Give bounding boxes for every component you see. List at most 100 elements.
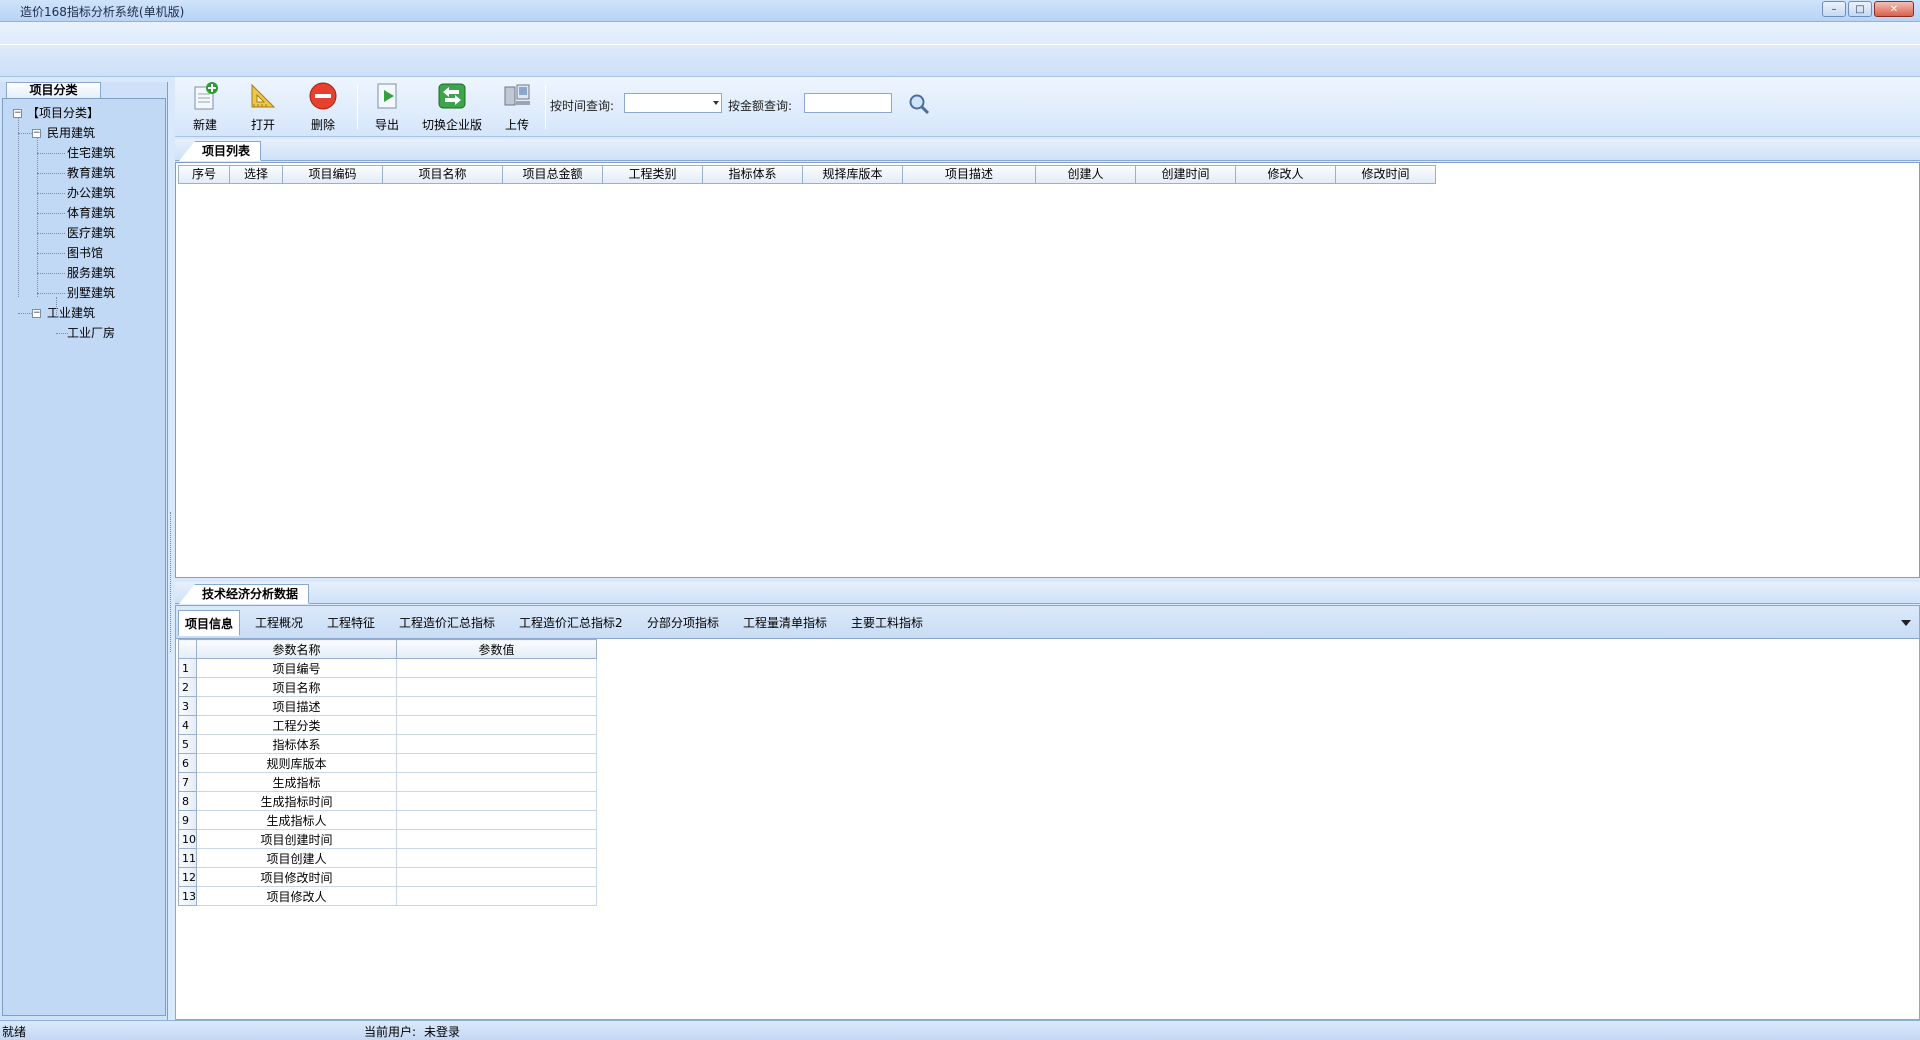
column-header[interactable]: 修改时间 [1336, 165, 1436, 184]
tab-cost-summary-2[interactable]: 工程造价汇总指标2 [513, 610, 629, 636]
param-value-header[interactable]: 参数值 [396, 639, 597, 659]
param-row[interactable]: 4 工程分类 [178, 715, 597, 735]
project-list-tab[interactable]: 项目列表 [179, 141, 262, 161]
export-label: 导出 [374, 118, 399, 132]
row-number: 6 [178, 753, 197, 773]
amount-query-input[interactable] [804, 93, 892, 113]
param-name: 项目编号 [196, 658, 397, 678]
tree-group-label: 工业建筑 [47, 306, 96, 320]
project-list-grid[interactable]: 序号 选择 项目编码 项目名称 项目总金额 工程类别 指标体系 规择库版本 项目… [175, 162, 1920, 578]
param-row[interactable]: 13 项目修改人 [178, 886, 597, 906]
param-row[interactable]: 11 项目创建人 [178, 848, 597, 868]
category-tab[interactable]: 项目分类 [6, 82, 101, 98]
param-row[interactable]: 12 项目修改时间 [178, 867, 597, 887]
analysis-section-tab[interactable]: 技术经济分析数据 [179, 584, 310, 604]
tree-root[interactable]: − 【项目分类】 [3, 103, 163, 123]
param-name: 规则库版本 [196, 753, 397, 773]
tree-item-service[interactable]: 服务建筑 [3, 263, 163, 283]
tree-item-label: 住宅建筑 [67, 146, 116, 160]
param-value[interactable] [396, 791, 597, 811]
tree-item-sports[interactable]: 体育建筑 [3, 203, 163, 223]
upload-button[interactable]: 上传 [497, 80, 537, 134]
export-icon [371, 80, 403, 112]
column-header[interactable]: 项目编码 [283, 165, 383, 184]
export-button[interactable]: 导出 [367, 80, 407, 134]
menu-strip [0, 22, 1920, 77]
column-header[interactable]: 项目描述 [903, 165, 1036, 184]
collapse-icon[interactable]: − [32, 309, 41, 318]
column-header[interactable]: 项目名称 [383, 165, 503, 184]
close-icon[interactable]: ✕ [1874, 1, 1914, 17]
param-value[interactable] [396, 810, 597, 830]
column-header[interactable]: 规择库版本 [803, 165, 903, 184]
tree-item-label: 医疗建筑 [67, 226, 116, 240]
param-row[interactable]: 6 规则库版本 [178, 753, 597, 773]
row-number: 11 [178, 848, 197, 868]
param-row[interactable]: 7 生成指标 [178, 772, 597, 792]
tree-group-industrial[interactable]: − 工业建筑 [3, 303, 163, 323]
tree-item-library[interactable]: 图书馆 [3, 243, 163, 263]
column-header[interactable]: 项目总金额 [503, 165, 603, 184]
delete-button[interactable]: 删除 [303, 80, 343, 134]
param-value[interactable] [396, 696, 597, 716]
param-name: 项目修改时间 [196, 867, 397, 887]
time-query-combo[interactable] [624, 93, 722, 113]
param-value[interactable] [396, 848, 597, 868]
tab-quantity-list[interactable]: 工程量清单指标 [737, 610, 833, 636]
param-row[interactable]: 8 生成指标时间 [178, 791, 597, 811]
column-header[interactable]: 选择 [230, 165, 283, 184]
param-row[interactable]: 2 项目名称 [178, 677, 597, 697]
tab-project-info[interactable]: 项目信息 [178, 610, 241, 636]
param-name: 项目描述 [196, 696, 397, 716]
minimize-icon[interactable]: – [1822, 1, 1846, 17]
param-value[interactable] [396, 867, 597, 887]
column-header[interactable]: 工程类别 [603, 165, 703, 184]
open-button[interactable]: 打开 [243, 80, 283, 134]
tab-subdivision[interactable]: 分部分项指标 [641, 610, 725, 636]
tabs-dropdown-icon[interactable] [1901, 620, 1911, 626]
panel-splitter[interactable] [168, 82, 175, 1020]
param-value[interactable] [396, 658, 597, 678]
param-value[interactable] [396, 772, 597, 792]
switch-enterprise-label: 切换企业版 [421, 118, 482, 132]
param-value[interactable] [396, 829, 597, 849]
tree-item-office[interactable]: 办公建筑 [3, 183, 163, 203]
param-value[interactable] [396, 677, 597, 697]
tab-overview[interactable]: 工程概况 [249, 610, 309, 636]
tab-main-materials[interactable]: 主要工料指标 [845, 610, 929, 636]
param-row[interactable]: 1 项目编号 [178, 658, 597, 678]
column-header[interactable]: 创建人 [1036, 165, 1136, 184]
param-value[interactable] [396, 734, 597, 754]
status-text: 就绪 [2, 1025, 27, 1039]
analysis-tabs: 项目信息 工程概况 工程特征 工程造价汇总指标 工程造价汇总指标2 分部分项指标… [175, 605, 1920, 639]
row-number: 4 [178, 715, 197, 735]
tree-item-medical[interactable]: 医疗建筑 [3, 223, 163, 243]
tree-group-civil[interactable]: − 民用建筑 [3, 123, 163, 143]
row-number: 12 [178, 867, 197, 887]
param-row[interactable]: 5 指标体系 [178, 734, 597, 754]
param-row[interactable]: 10 项目创建时间 [178, 829, 597, 849]
row-number: 8 [178, 791, 197, 811]
tab-cost-summary[interactable]: 工程造价汇总指标 [393, 610, 501, 636]
category-panel: − 【项目分类】 − 民用建筑 住宅建筑 教育建筑 办公建筑 体育建筑 医疗建筑… [0, 82, 168, 1020]
param-row[interactable]: 9 生成指标人 [178, 810, 597, 830]
time-query-label: 按时间查询: [550, 99, 615, 113]
new-button[interactable]: 新建 [185, 80, 225, 134]
param-value[interactable] [396, 753, 597, 773]
param-value[interactable] [396, 715, 597, 735]
tree-item-factory[interactable]: 工业厂房 [3, 323, 163, 343]
param-name-header[interactable]: 参数名称 [196, 639, 397, 659]
column-header[interactable]: 序号 [178, 165, 230, 184]
tree-item-education[interactable]: 教育建筑 [3, 163, 163, 183]
column-header[interactable]: 指标体系 [703, 165, 803, 184]
column-header[interactable]: 创建时间 [1136, 165, 1236, 184]
param-value[interactable] [396, 886, 597, 906]
param-row[interactable]: 3 项目描述 [178, 696, 597, 716]
tree-item-residential[interactable]: 住宅建筑 [3, 143, 163, 163]
switch-enterprise-button[interactable]: 切换企业版 [419, 80, 485, 134]
maximize-icon[interactable]: □ [1848, 1, 1872, 17]
column-header[interactable]: 修改人 [1236, 165, 1336, 184]
tab-features[interactable]: 工程特征 [321, 610, 381, 636]
tree-item-villa[interactable]: 别墅建筑 [3, 283, 163, 303]
search-icon[interactable] [906, 91, 932, 117]
